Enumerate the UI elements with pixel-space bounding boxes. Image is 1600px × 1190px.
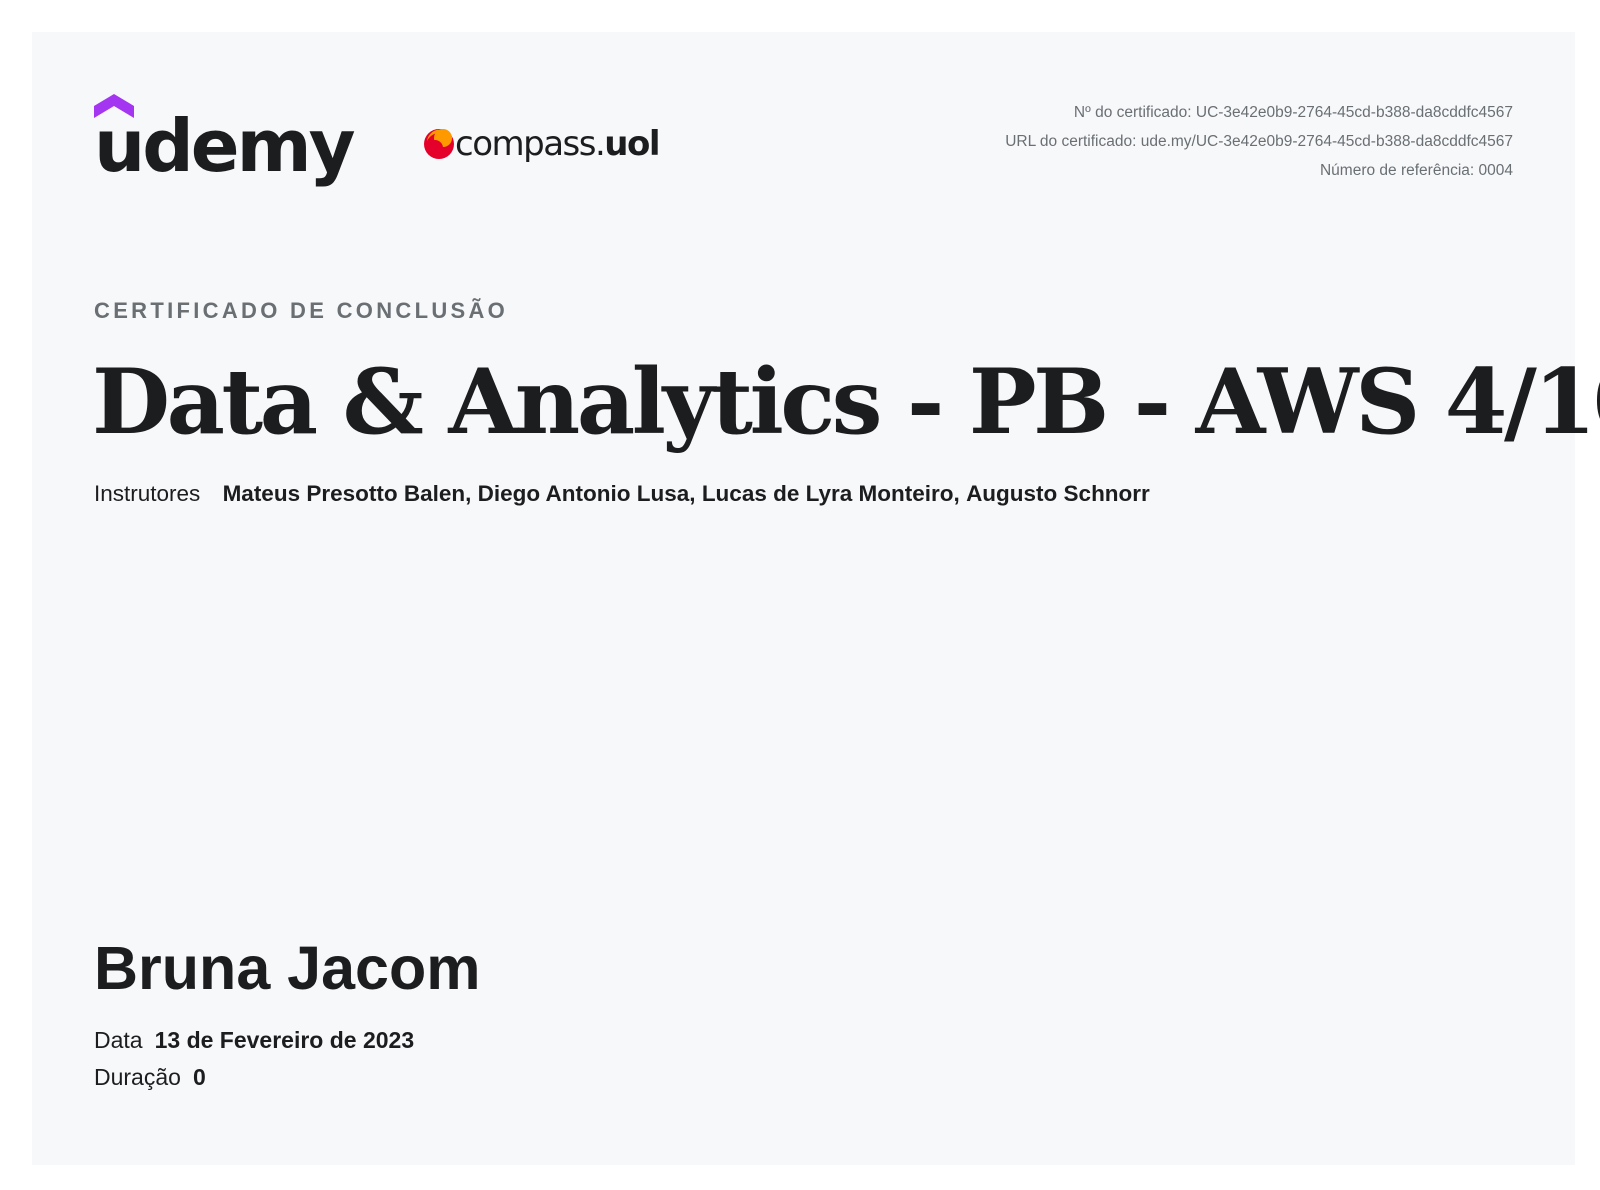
certificate-meta: Nº do certificado: UC-3e42e0b9-2764-45cd… xyxy=(1005,98,1513,185)
compass-wordmark: compass.uol xyxy=(455,124,660,164)
uol-brand: uol xyxy=(604,124,660,164)
certificate-eyebrow: CERTIFICADO DE CONCLUSÃO xyxy=(94,298,509,323)
student-name: Bruna Jacom xyxy=(94,934,481,1002)
certificate-number: Nº do certificado: UC-3e42e0b9-2764-45cd… xyxy=(1073,104,1513,121)
instructors-line: Instrutores Mateus Presotto Balen, Diego… xyxy=(94,481,1150,507)
instructor-name: Mateus Presotto Balen, xyxy=(222,481,472,506)
udemy-logo: udemy xyxy=(94,94,356,194)
date-row: Data 13 de Fevereiro de 2023 xyxy=(94,1027,414,1054)
reference-number: Número de referência: 0004 xyxy=(1319,162,1513,179)
certificate-url[interactable]: URL do certificado: ude.my/UC-3e42e0b9-2… xyxy=(1005,127,1513,156)
duration-label: Duração xyxy=(94,1064,181,1090)
udemy-wordmark: udemy xyxy=(94,104,356,188)
course-title: Data & Analytics - PB - AWS 4/10 xyxy=(92,349,1600,455)
certificate-card: udemy compass.uol Nº do certificado: UC-… xyxy=(32,32,1600,1165)
compass-sun-icon xyxy=(424,129,454,159)
instructor-name: Diego Antonio Lusa, xyxy=(477,481,696,506)
instructors-label: Instrutores xyxy=(94,481,201,506)
duration-value: 0 xyxy=(192,1064,206,1090)
instructor-name: Augusto Schnorr xyxy=(966,481,1150,506)
compass-prefix: compass. xyxy=(455,124,606,164)
date-label: Data xyxy=(94,1027,143,1053)
date-value: 13 de Fevereiro de 2023 xyxy=(154,1027,415,1053)
instructor-name: Lucas de Lyra Monteiro, xyxy=(701,481,960,506)
compass-uol-logo: compass.uol xyxy=(422,124,682,168)
duration-row: Duração 0 xyxy=(94,1064,206,1091)
